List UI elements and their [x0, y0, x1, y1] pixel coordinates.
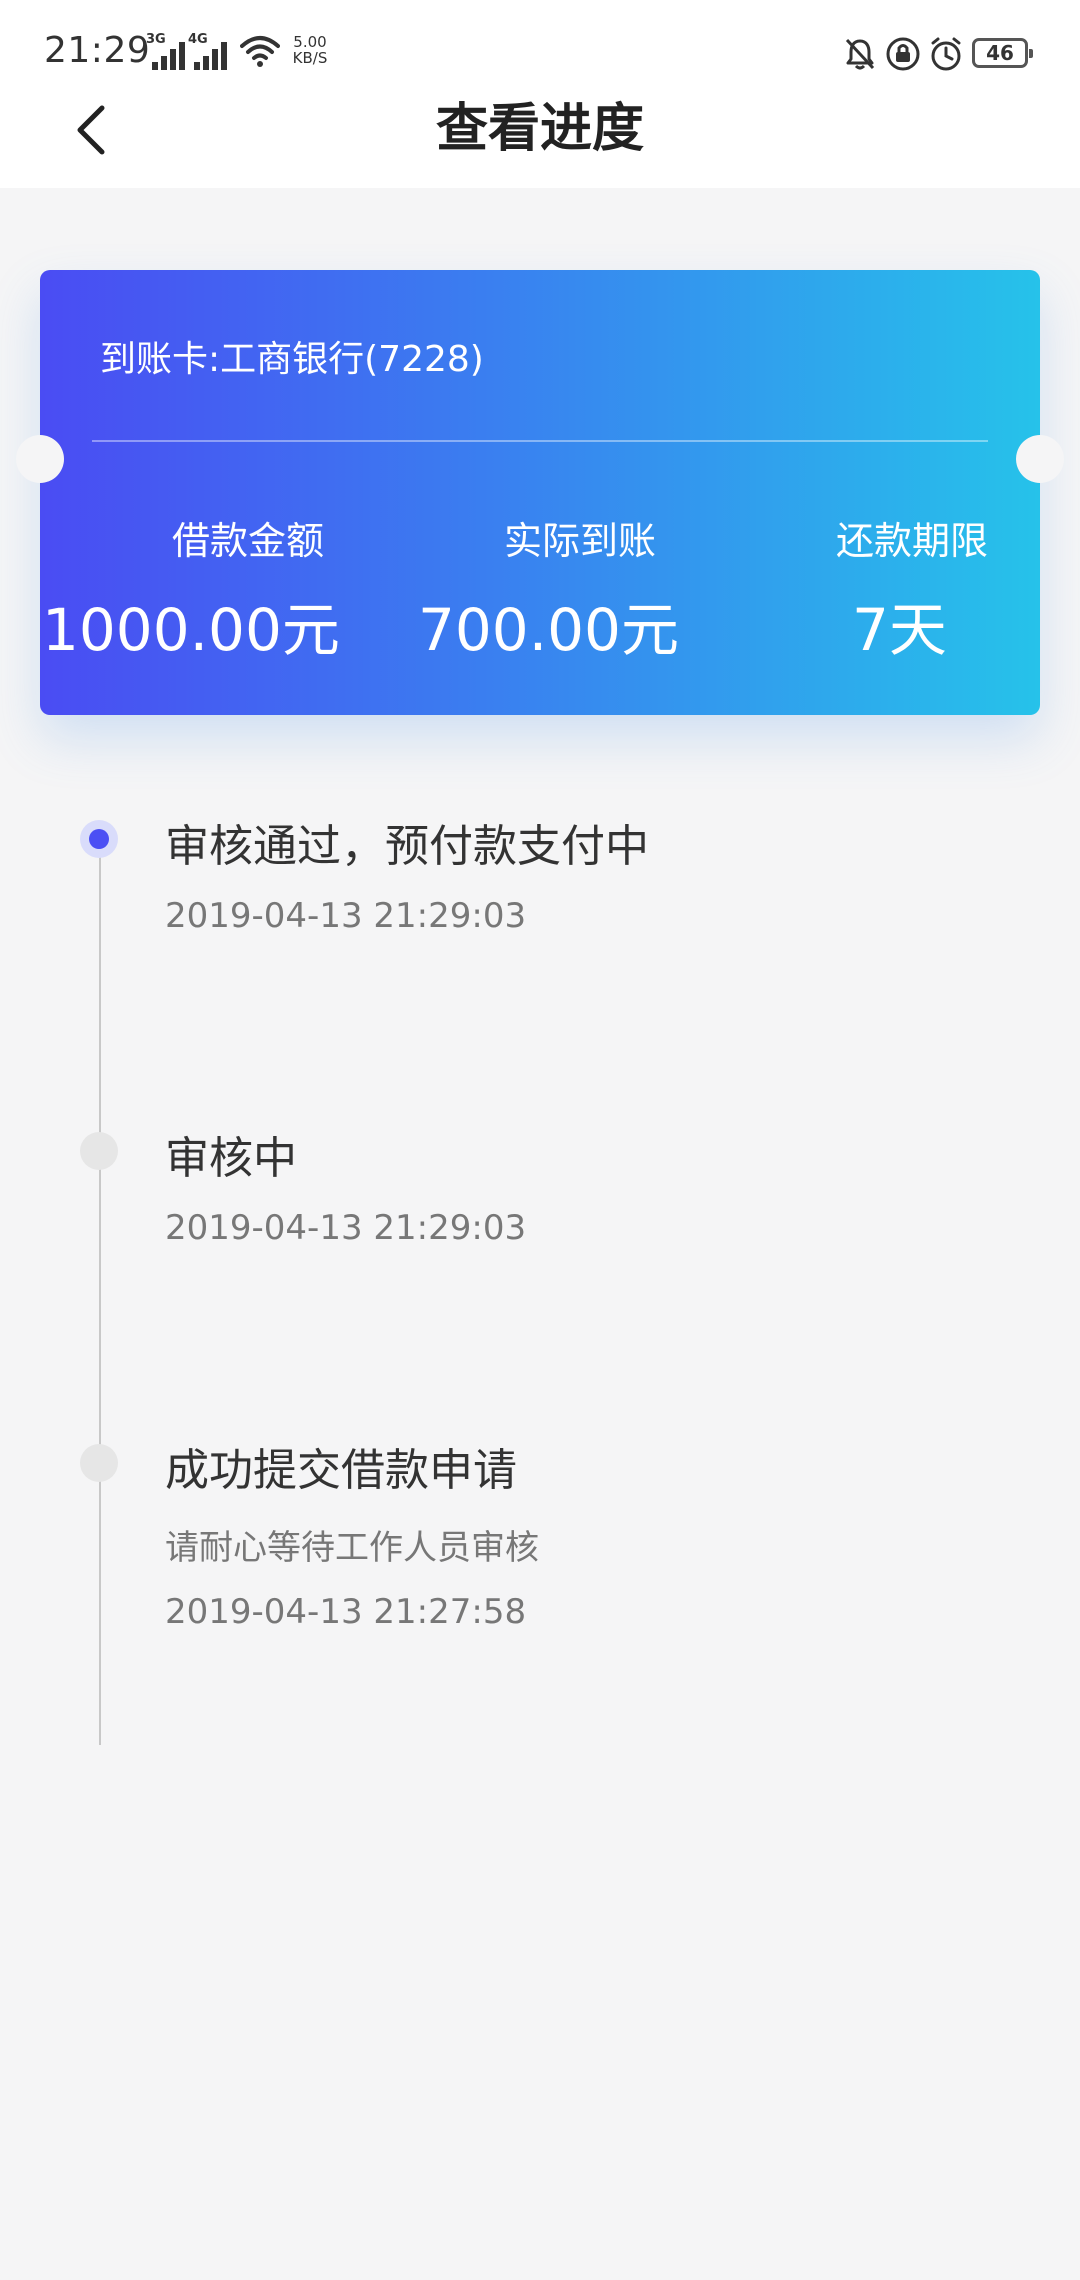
step-time: 2019-04-13 21:29:03 [165, 896, 527, 936]
step-note: 请耐心等待工作人员审核 [165, 1528, 539, 1568]
step-title: 成功提交借款申请 [165, 1445, 517, 1496]
repayment-term-value: 7天 [852, 596, 947, 664]
signal-bars-icon [194, 42, 227, 70]
signal-4g-indicator: 4G [188, 32, 232, 70]
signal-3g-indicator: 3G [146, 32, 190, 70]
receiving-account: 到账卡:工商银行(7228) [100, 339, 484, 380]
status-bar: 21:29 3G 4G 5.00 KB/S 46 [0, 0, 1080, 100]
progress-timeline: 审核通过，预付款支付中 2019-04-13 21:29:03 审核中 2019… [0, 780, 1080, 1760]
timeline-line [99, 840, 101, 1745]
timeline-dot [80, 1444, 118, 1482]
top-bar: 21:29 3G 4G 5.00 KB/S 46 查看进度 [0, 0, 1080, 188]
status-time: 21:29 [44, 30, 151, 71]
timeline-dot [80, 1132, 118, 1170]
card-divider [92, 440, 988, 442]
nav-header: 查看进度 [0, 90, 1080, 188]
rotation-lock-icon [886, 37, 920, 71]
notification-muted-icon [845, 38, 875, 70]
signal-bars-icon [152, 42, 185, 70]
alarm-icon [931, 37, 961, 71]
battery-indicator: 46 [972, 38, 1033, 68]
page-title: 查看进度 [435, 99, 644, 159]
loan-amount-label: 借款金额 [171, 519, 324, 563]
step-time: 2019-04-13 21:27:58 [165, 1592, 527, 1632]
wifi-icon [240, 36, 280, 67]
network-speed-value: 5.00 [293, 33, 327, 51]
card-notch-left [16, 435, 64, 483]
actual-received-value: 700.00元 [418, 596, 679, 664]
loan-amount-value: 1000.00元 [42, 596, 340, 664]
card-background: 到账卡:工商银行(7228) 借款金额 实际到账 还款期限 1000.00元 7… [40, 270, 1040, 715]
step-title: 审核中 [165, 1133, 297, 1184]
card-notch-right [1016, 435, 1064, 483]
timeline-dot-active [80, 820, 118, 858]
loan-summary-card: 到账卡:工商银行(7228) 借款金额 实际到账 还款期限 1000.00元 7… [16, 270, 1064, 715]
step-time: 2019-04-13 21:29:03 [165, 1208, 527, 1248]
actual-received-label: 实际到账 [503, 519, 656, 563]
repayment-term-label: 还款期限 [835, 519, 988, 563]
network-speed: 5.00 KB/S [288, 34, 332, 66]
step-title: 审核通过，预付款支付中 [165, 821, 649, 872]
network-speed-unit: KB/S [292, 49, 328, 67]
